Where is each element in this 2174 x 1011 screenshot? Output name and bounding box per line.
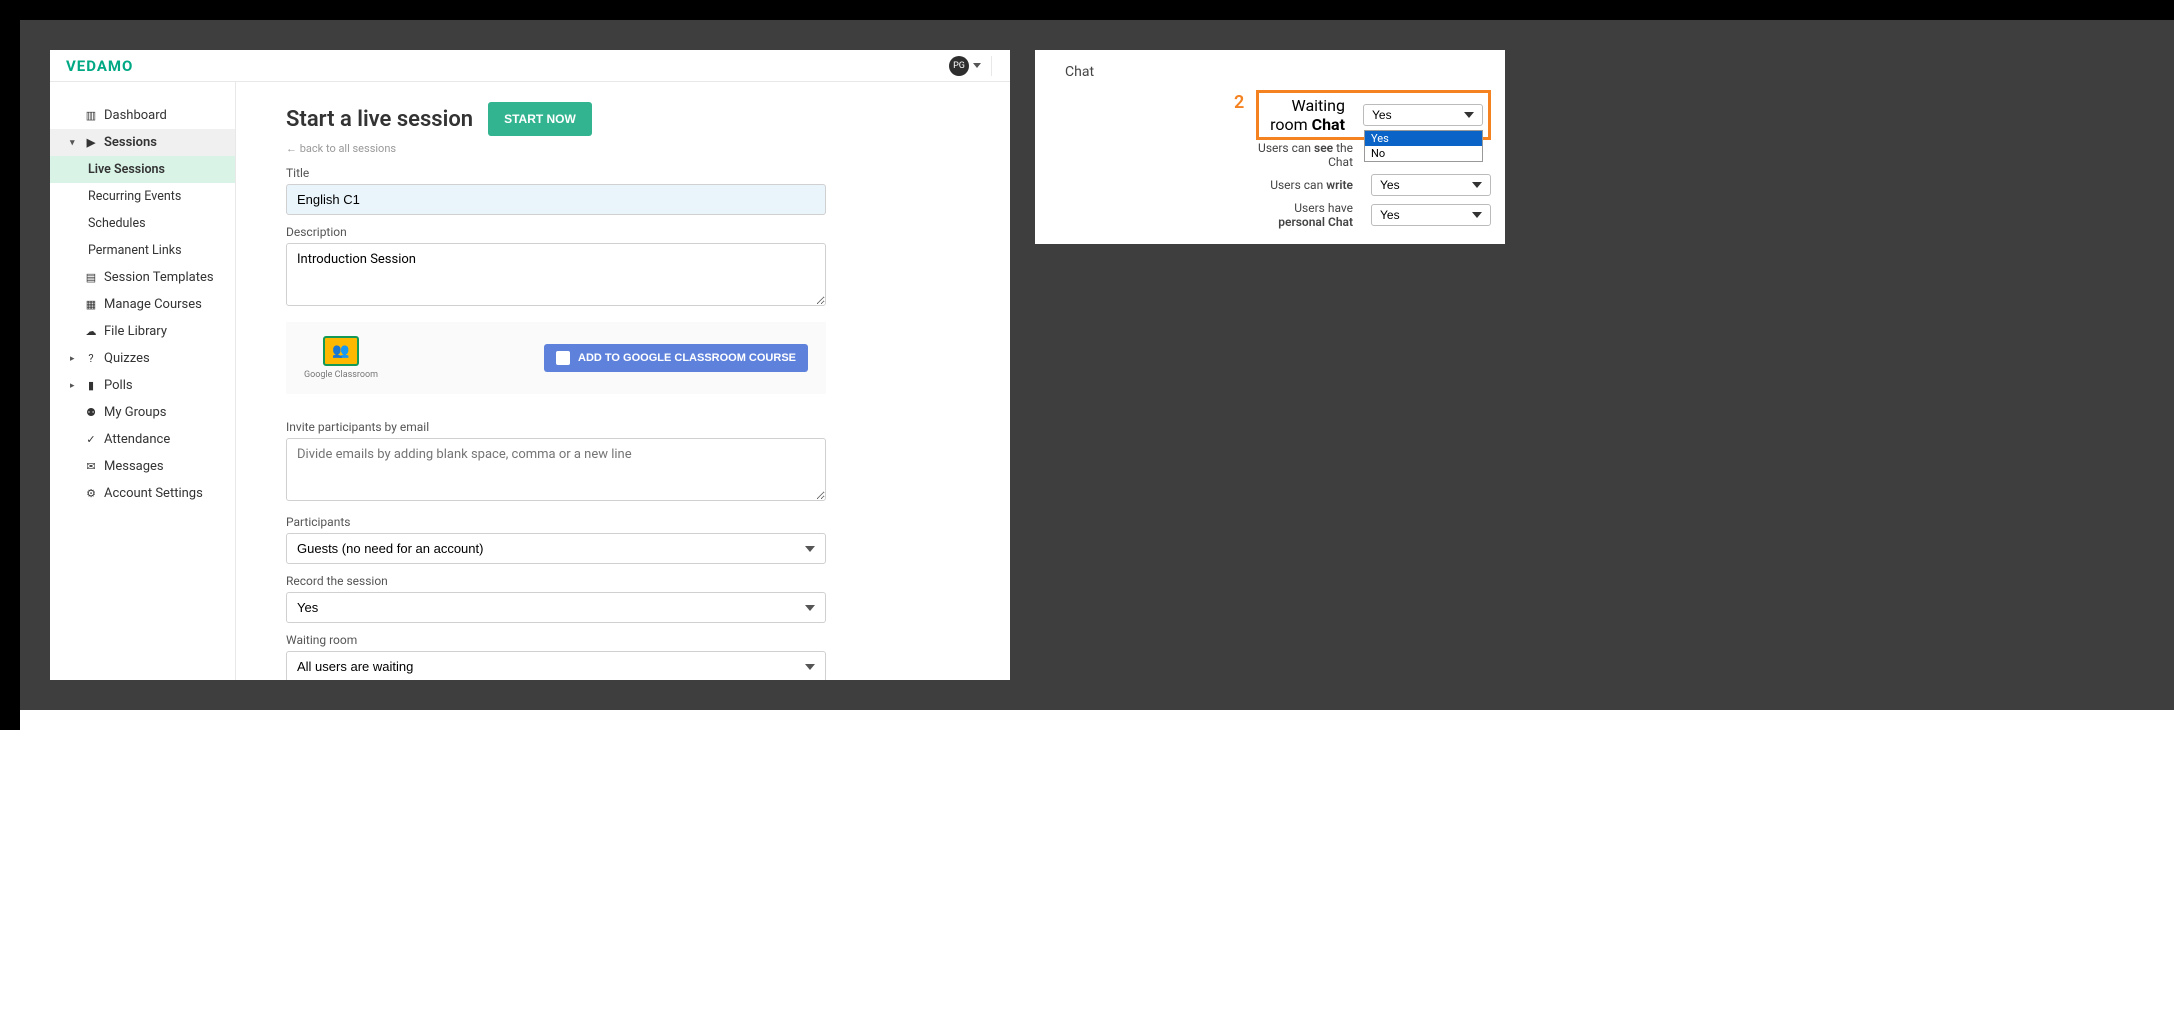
- google-classroom-icon: 👥: [323, 336, 359, 366]
- sidebar-label: Dashboard: [104, 108, 167, 123]
- chevron-right-icon: ▸: [70, 354, 78, 364]
- dropdown-option-yes[interactable]: Yes: [1365, 131, 1482, 146]
- personal-chat-label: Users have personal Chat: [1256, 201, 1353, 229]
- sidebar-label: Live Sessions: [88, 162, 165, 177]
- invite-label: Invite participants by email: [286, 420, 826, 434]
- sidebar-label: Sessions: [104, 135, 157, 150]
- sidebar-item-attendance[interactable]: ✓ Attendance: [50, 426, 235, 453]
- poll-icon: ▮: [85, 379, 97, 392]
- google-classroom-caption: Google Classroom: [304, 370, 378, 380]
- mail-icon: ✉: [85, 460, 97, 473]
- gear-icon: ⚙: [85, 487, 97, 500]
- participants-label: Participants: [286, 515, 826, 529]
- record-label: Record the session: [286, 574, 826, 588]
- sidebar-item-file-library[interactable]: ☁ File Library: [50, 318, 235, 345]
- waiting-room-chat-dropdown: Yes No: [1364, 130, 1483, 162]
- waiting-room-label: Waiting room: [286, 633, 826, 647]
- sidebar-item-recurring-events[interactable]: Recurring Events: [50, 183, 235, 210]
- chevron-down-icon: ▾: [70, 138, 78, 148]
- invite-textarea[interactable]: [286, 438, 826, 501]
- users-see-chat-label: Users can see the Chat: [1256, 141, 1353, 169]
- record-select[interactable]: Yes: [286, 592, 826, 623]
- sidebar-label: Attendance: [104, 432, 170, 447]
- sidebar-label: File Library: [104, 324, 167, 339]
- cloud-icon: ☁: [85, 325, 97, 338]
- sidebar-item-account-settings[interactable]: ⚙ Account Settings: [50, 480, 235, 507]
- sidebar-label: Permanent Links: [88, 243, 182, 258]
- users-write-label: Users can write: [1256, 178, 1353, 192]
- description-label: Description: [286, 225, 826, 239]
- participants-select[interactable]: Guests (no need for an account): [286, 533, 826, 564]
- main-app-window: VEDAMO PG ▥ Dashboard ▾▶ Ses: [50, 50, 1010, 680]
- sidebar-label: Account Settings: [104, 486, 203, 501]
- sidebar-item-manage-courses[interactable]: ▦ Manage Courses: [50, 291, 235, 318]
- personal-chat-select[interactable]: Yes: [1371, 204, 1491, 226]
- sidebar-label: Polls: [104, 378, 133, 393]
- waiting-room-chat-label: Waiting room Chat: [1264, 96, 1345, 134]
- sidebar-item-sessions[interactable]: ▾ ▶ Sessions: [50, 129, 235, 156]
- start-now-button[interactable]: START NOW: [488, 102, 592, 136]
- user-menu[interactable]: PG: [949, 56, 992, 76]
- template-icon: ▤: [85, 271, 97, 284]
- sidebar-label: Quizzes: [104, 351, 150, 366]
- play-icon: ▶: [85, 136, 97, 149]
- waiting-room-chat-select[interactable]: Yes: [1363, 104, 1483, 126]
- sidebar-item-dashboard[interactable]: ▥ Dashboard: [50, 102, 235, 129]
- dashboard-icon: ▥: [85, 109, 97, 122]
- chevron-right-icon: ▸: [70, 381, 78, 391]
- sidebar-item-schedules[interactable]: Schedules: [50, 210, 235, 237]
- sidebar-label: My Groups: [104, 405, 166, 420]
- sidebar-item-permanent-links[interactable]: Permanent Links: [50, 237, 235, 264]
- help-icon: ?: [85, 352, 97, 365]
- avatar: PG: [949, 56, 969, 76]
- waiting-room-chat-highlight: Waiting room Chat Yes Yes No: [1256, 90, 1491, 140]
- description-textarea[interactable]: Introduction Session: [286, 243, 826, 306]
- sidebar: ▥ Dashboard ▾ ▶ Sessions Live Sessions Re…: [50, 82, 236, 680]
- sidebar-item-my-groups[interactable]: ⚉ My Groups: [50, 399, 235, 426]
- sidebar-label: Messages: [104, 459, 164, 474]
- sidebar-item-polls[interactable]: ▸ ▮ Polls: [50, 372, 235, 399]
- sidebar-item-live-sessions[interactable]: Live Sessions: [50, 156, 235, 183]
- title-input[interactable]: [286, 184, 826, 215]
- add-google-classroom-button[interactable]: ADD TO GOOGLE CLASSROOM COURSE: [544, 344, 808, 372]
- title-label: Title: [286, 166, 826, 180]
- sidebar-label: Schedules: [88, 216, 146, 231]
- main-content: Start a live session START NOW ← back to…: [236, 82, 1010, 680]
- chat-panel-title: Chat: [1065, 64, 1491, 80]
- sidebar-label: Recurring Events: [88, 189, 181, 204]
- attendance-icon: ✓: [85, 433, 97, 446]
- chat-settings-panel: Chat 2 Waiting room Chat Yes Yes: [1035, 50, 1505, 244]
- logo: VEDAMO: [66, 57, 133, 75]
- back-link[interactable]: ← back to all sessions: [286, 142, 396, 155]
- sidebar-item-messages[interactable]: ✉ Messages: [50, 453, 235, 480]
- google-classroom-card: 👥 Google Classroom ADD TO GOOGLE CLASSRO…: [286, 322, 826, 394]
- dropdown-option-no[interactable]: No: [1365, 146, 1482, 161]
- waiting-room-select[interactable]: All users are waiting: [286, 651, 826, 680]
- sidebar-item-session-templates[interactable]: ▤ Session Templates: [50, 264, 235, 291]
- chevron-down-icon: [973, 63, 981, 68]
- sidebar-item-quizzes[interactable]: ▸? Quizzes: [50, 345, 235, 372]
- sidebar-label: Manage Courses: [104, 297, 202, 312]
- annotation-2: 2: [1234, 92, 1244, 113]
- page-title: Start a live session: [286, 107, 473, 132]
- users-write-select[interactable]: Yes: [1371, 174, 1491, 196]
- courses-icon: ▦: [85, 298, 97, 311]
- sidebar-label: Session Templates: [104, 270, 214, 285]
- groups-icon: ⚉: [85, 406, 97, 419]
- google-icon: [556, 351, 570, 365]
- topbar: VEDAMO PG: [50, 50, 1010, 82]
